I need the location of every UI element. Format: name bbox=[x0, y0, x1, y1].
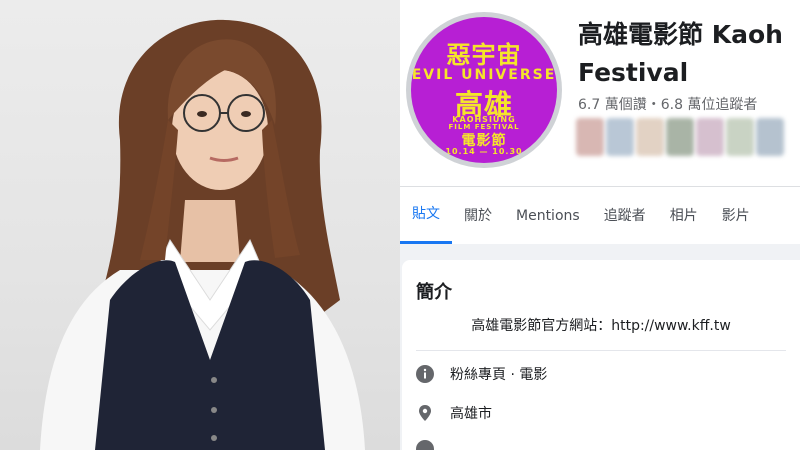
tab-followers[interactable]: 追蹤者 bbox=[592, 187, 658, 244]
tab-mentions[interactable]: Mentions bbox=[504, 187, 592, 244]
location-row: 高雄市 bbox=[416, 403, 492, 423]
page-title[interactable]: 高雄電影節 Kaoh Festival bbox=[578, 16, 800, 92]
intro-description: 高雄電影節官方網站：http://www.kff.tw bbox=[402, 315, 800, 335]
intro-desc-prefix: 高雄電影節官方網站： bbox=[471, 318, 612, 334]
divider bbox=[416, 350, 786, 351]
page-title-line2: Festival bbox=[578, 58, 689, 87]
follower-avatar[interactable] bbox=[696, 118, 724, 156]
follower-avatar[interactable] bbox=[636, 118, 664, 156]
follower-avatar[interactable] bbox=[726, 118, 754, 156]
page-tabs: 貼文 關於 Mentions 追蹤者 相片 影片 bbox=[400, 186, 800, 244]
logo-banner-text: EVIL UNIVERSE bbox=[411, 67, 557, 83]
tab-photos[interactable]: 相片 bbox=[658, 187, 710, 244]
intro-title: 簡介 bbox=[416, 282, 452, 303]
more-row bbox=[416, 440, 450, 450]
feed-area: 簡介 高雄電影節官方網站：http://www.kff.tw 粉絲專頁 · 電影… bbox=[400, 244, 800, 450]
location-text[interactable]: 高雄市 bbox=[450, 403, 492, 423]
festival-logo: 惡宇宙 EVIL UNIVERSE 高雄 KAOHSIUNG FILM FEST… bbox=[411, 17, 557, 163]
page-title-line1: 高雄電影節 Kaoh bbox=[578, 20, 783, 49]
website-link[interactable]: http://www.kff.tw bbox=[611, 318, 731, 334]
page-stats[interactable]: 6.7 萬個讚・6.8 萬位追蹤者 bbox=[578, 94, 757, 114]
portrait-illustration bbox=[40, 19, 365, 450]
follower-avatars-blurred bbox=[576, 118, 800, 158]
tab-videos[interactable]: 影片 bbox=[710, 187, 762, 244]
logo-top-text: 惡宇宙 bbox=[446, 41, 522, 69]
page-header: 惡宇宙 EVIL UNIVERSE 高雄 KAOHSIUNG FILM FEST… bbox=[400, 0, 800, 184]
intro-card: 簡介 高雄電影節官方網站：http://www.kff.tw 粉絲專頁 · 電影… bbox=[402, 260, 800, 450]
portrait-photo bbox=[0, 0, 400, 450]
location-pin-icon bbox=[416, 404, 434, 422]
tab-about[interactable]: 關於 bbox=[452, 187, 504, 244]
follower-avatar[interactable] bbox=[756, 118, 784, 156]
logo-dates: 10.14 — 10.30 bbox=[445, 147, 523, 156]
tab-posts[interactable]: 貼文 bbox=[400, 187, 452, 244]
page-avatar[interactable]: 惡宇宙 EVIL UNIVERSE 高雄 KAOHSIUNG FILM FEST… bbox=[406, 12, 562, 168]
follower-avatar[interactable] bbox=[576, 118, 604, 156]
facebook-page: 惡宇宙 EVIL UNIVERSE 高雄 KAOHSIUNG FILM FEST… bbox=[400, 0, 800, 450]
follower-avatar[interactable] bbox=[666, 118, 694, 156]
follower-avatar[interactable] bbox=[606, 118, 634, 156]
category-text[interactable]: 粉絲專頁 · 電影 bbox=[450, 364, 547, 384]
info-icon bbox=[416, 365, 434, 383]
category-row: 粉絲專頁 · 電影 bbox=[416, 364, 547, 384]
row-icon bbox=[416, 440, 434, 450]
